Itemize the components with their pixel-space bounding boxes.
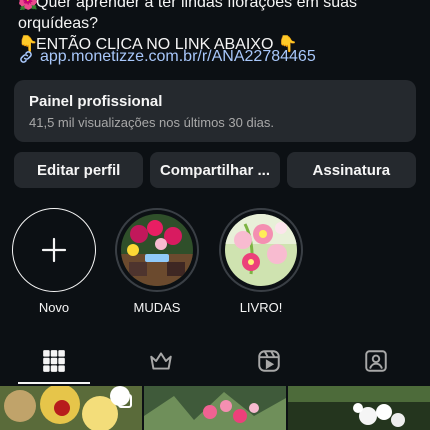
highlight-cover-ring[interactable] [115,208,199,292]
bio-text-1: Quer aprender a ter lindas florações em … [36,0,358,11]
tab-posts-grid[interactable] [0,338,108,384]
reels-icon [258,350,280,372]
carousel-icon [118,394,132,408]
subscription-button[interactable]: Assinatura [286,152,416,188]
highlight-label: MUDAS [133,300,181,315]
plus-icon [41,237,67,263]
new-highlight-ring[interactable] [12,208,96,292]
flower-emoji: 🌺 [18,0,38,11]
post-image [0,386,142,430]
link-icon [20,51,32,63]
post-image [288,386,430,430]
professional-dashboard[interactable]: Painel profissional 41,5 mil visualizaçõ… [14,80,416,142]
profile-actions: Editar perfil Compartilhar ... Assinatur… [14,152,416,188]
dashboard-title: Painel profissional [29,93,163,110]
tab-tagged[interactable] [323,338,430,384]
highlight-label: Novo [38,300,70,315]
posts-grid [0,386,430,430]
tab-subscriptions[interactable] [108,338,216,384]
highlight-mudas[interactable]: MUDAS [107,208,207,315]
post-thumbnail[interactable] [144,386,286,430]
dashboard-subtitle: 41,5 mil visualizações nos últimos 30 di… [29,115,274,130]
highlight-cover-image [121,214,193,286]
bio-link-text[interactable]: app.monetizze.com.br/r/ANA22784465 [40,48,316,66]
bio-line-1: 🌺Quer aprender a ter lindas florações em… [18,0,418,13]
post-thumbnail[interactable] [288,386,430,430]
post-thumbnail[interactable] [0,386,142,430]
highlight-livro[interactable]: LIVRO! [211,208,311,315]
tab-reels[interactable] [215,338,323,384]
share-profile-button[interactable]: Compartilhar ... [150,152,280,188]
edit-profile-button[interactable]: Editar perfil [14,152,144,188]
highlight-cover-ring[interactable] [219,208,303,292]
highlight-new[interactable]: Novo [4,208,104,315]
crown-icon [150,352,172,370]
post-image [144,386,286,430]
highlight-label: LIVRO! [239,300,283,315]
profile-tabs [0,338,430,384]
highlight-cover-image [225,214,297,286]
bio-line-2: orquídeas? [18,15,99,32]
bio-link[interactable]: app.monetizze.com.br/r/ANA22784465 [18,46,316,68]
grid-icon [42,350,65,372]
tagged-icon [365,350,387,372]
story-highlights: Novo MUDAS LIVRO! [0,208,430,318]
